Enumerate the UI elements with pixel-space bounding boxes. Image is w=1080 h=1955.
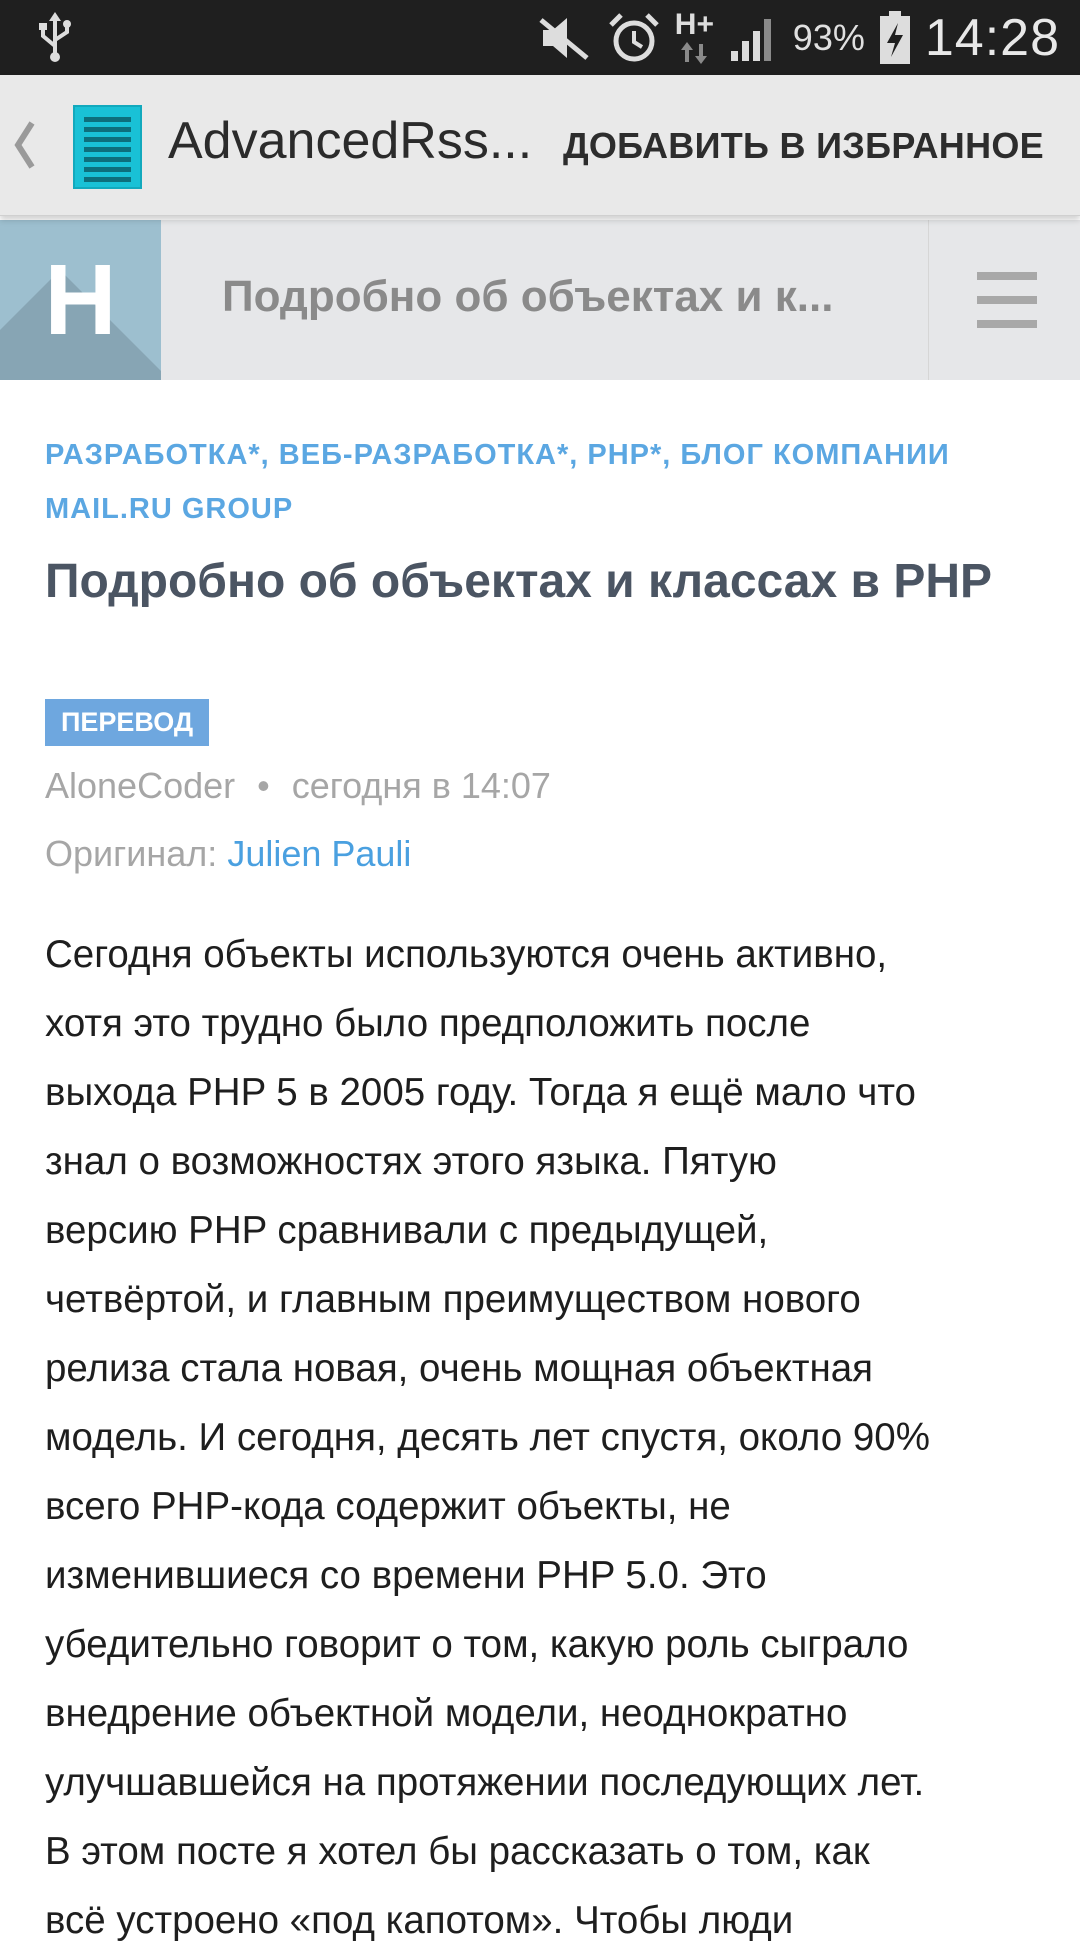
body-line: всё устроено «под капотом». Чтобы люди	[45, 1899, 794, 1942]
clock: 14:28	[924, 8, 1060, 67]
original-label: Оригинал:	[45, 833, 218, 874]
status-bar: H+ 93% 14:28	[0, 0, 1080, 75]
body-line: релиза стала новая, очень мощная объектн…	[45, 1347, 873, 1390]
add-to-favorites-button[interactable]: ДОБАВИТЬ В ИЗБРАННОЕ	[563, 125, 1044, 167]
translation-badge: ПЕРЕВОД	[45, 699, 210, 746]
body-line: изменившиеся со времени PHP 5.0. Это	[45, 1554, 767, 1597]
hubs-line[interactable]: MAIL.RU GROUP	[45, 482, 1045, 536]
original-author-link[interactable]: Julien Pauli	[227, 833, 411, 874]
network-type-label: H+	[674, 7, 714, 41]
author-name[interactable]: AloneCoder	[45, 765, 235, 806]
body-line: улучшавшейся на протяжении последующих л…	[45, 1761, 925, 1804]
header-article-title: Подробно об объектах и к...	[222, 272, 834, 321]
body-line: В этом посте я хотел бы рассказать о том…	[45, 1830, 870, 1873]
original-source: Оригинал: Julien Pauli	[45, 833, 411, 875]
alarm-icon	[609, 12, 659, 61]
meta-separator: •	[257, 765, 270, 806]
app-title: AdvancedRss...	[168, 112, 533, 170]
hplus-data-icon: H+	[675, 8, 715, 68]
body-line: четвёртой, и главным преимуществом новог…	[45, 1278, 861, 1321]
article-title: Подробно об объектах и классах в PHP	[45, 555, 993, 608]
back-chevron-icon[interactable]	[10, 117, 38, 173]
body-line: знал о возможностях этого языка. Пятую	[45, 1140, 777, 1183]
body-line: хотя это трудно было предположить после	[45, 1002, 811, 1045]
publish-date: сегодня в 14:07	[291, 765, 551, 806]
signal-icon	[730, 18, 771, 61]
menu-icon[interactable]	[928, 220, 1080, 380]
app-icon[interactable]	[73, 105, 142, 189]
body-line: выхода PHP 5 в 2005 году. Тогда я ещё ма…	[45, 1071, 916, 1114]
body-line: убедительно говорит о том, какую роль сы…	[45, 1623, 909, 1666]
article-meta: AloneCoder • сегодня в 14:07	[45, 765, 551, 807]
mute-icon	[539, 17, 589, 60]
article-body: Сегодня объекты используются очень актив…	[45, 920, 1045, 1955]
body-line: внедрение объектной модели, неоднократно	[45, 1692, 848, 1735]
site-logo[interactable]: H	[0, 220, 161, 380]
site-logo-letter: H	[44, 243, 117, 356]
site-header: H Подробно об объектах и к...	[0, 220, 1080, 380]
action-bar: AdvancedRss... ДОБАВИТЬ В ИЗБРАННОЕ	[0, 75, 1080, 216]
article-hubs[interactable]: РАЗРАБОТКА*, ВЕБ-РАЗРАБОТКА*, PHP*, БЛОГ…	[45, 428, 1045, 536]
body-line: модель. И сегодня, десять лет спустя, ок…	[45, 1416, 930, 1459]
battery-charging-icon	[879, 10, 910, 64]
usb-icon	[39, 12, 71, 62]
body-line: версию PHP сравнивали с предыдущей,	[45, 1209, 769, 1252]
battery-percent: 93%	[792, 16, 865, 58]
body-line: Сегодня объекты используются очень актив…	[45, 933, 888, 976]
hubs-line[interactable]: РАЗРАБОТКА*, ВЕБ-РАЗРАБОТКА*, PHP*, БЛОГ…	[45, 428, 1045, 482]
body-line: всего PHP-кода содержит объекты, не	[45, 1485, 731, 1528]
